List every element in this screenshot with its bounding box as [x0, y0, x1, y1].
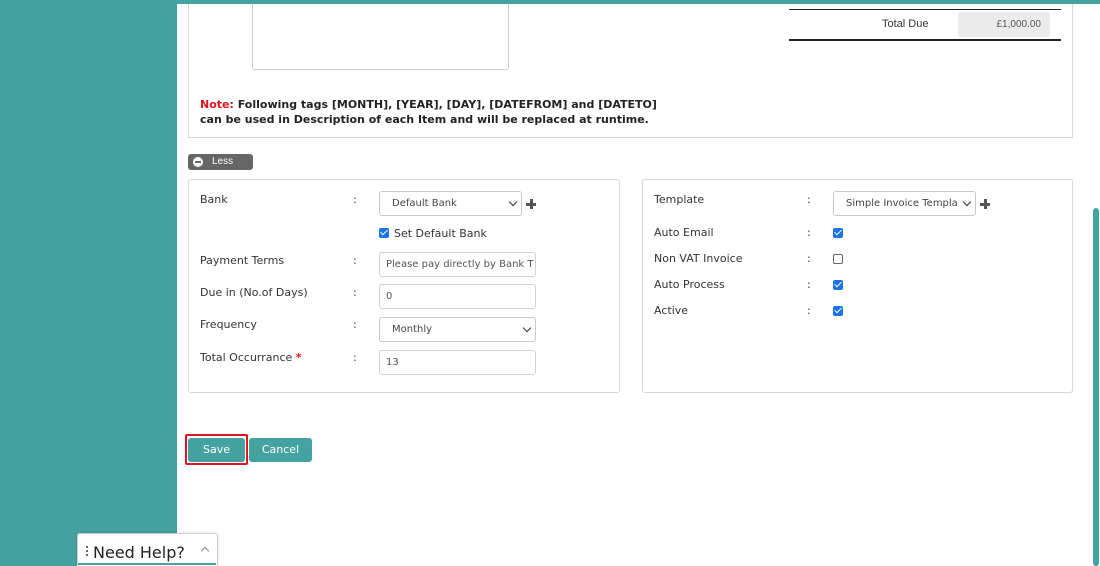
chevron-down-icon: [508, 197, 518, 207]
template-select[interactable]: Simple Invoice Templa: [833, 191, 976, 216]
colon: :: [353, 286, 357, 299]
help-underline: [78, 563, 216, 565]
due-days-label: Due in (No.of Days): [200, 286, 308, 299]
total-due-label: Total Due: [882, 18, 929, 30]
bank-select-value: Default Bank: [392, 198, 457, 209]
scrollbar-thumb[interactable]: [1093, 208, 1099, 566]
frequency-select-value: Monthly: [392, 324, 433, 335]
save-button[interactable]: Save: [188, 438, 245, 462]
payment-terms-input[interactable]: Please pay directly by Bank T: [379, 252, 536, 277]
drag-handle-icon[interactable]: [86, 546, 89, 560]
colon: :: [353, 193, 357, 206]
template-label: Template: [654, 193, 705, 206]
minus-circle-icon: [193, 157, 203, 167]
required-marker: *: [295, 351, 302, 364]
add-template-plus-icon[interactable]: [980, 199, 990, 209]
less-toggle-label: Less: [212, 156, 234, 167]
auto-email-checkbox[interactable]: [833, 228, 843, 238]
tags-note: Note: Following tags [MONTH], [YEAR], [D…: [200, 97, 670, 127]
set-default-bank-label: Set Default Bank: [394, 227, 487, 240]
total-occurrance-input[interactable]: 13: [379, 350, 536, 375]
colon: :: [807, 252, 811, 265]
frequency-label: Frequency: [200, 318, 257, 331]
payment-terms-label: Payment Terms: [200, 254, 285, 267]
bank-select[interactable]: Default Bank: [379, 191, 522, 216]
frequency-select[interactable]: Monthly: [379, 317, 536, 342]
non-vat-invoice-label: Non VAT Invoice: [654, 252, 743, 265]
colon: :: [353, 351, 357, 364]
chevron-down-icon: [522, 323, 532, 333]
auto-email-label: Auto Email: [654, 226, 714, 239]
active-checkbox[interactable]: [833, 306, 843, 316]
add-bank-plus-icon[interactable]: [526, 199, 536, 209]
need-help-label[interactable]: Need Help?: [93, 543, 185, 562]
set-default-bank-checkbox[interactable]: [379, 228, 389, 238]
total-occurrance-label: Total Occurrance *: [200, 351, 302, 364]
chevron-down-icon: [962, 197, 972, 207]
total-due-value: £1,000.00: [958, 12, 1050, 37]
note-text: Following tags [MONTH], [YEAR], [DAY], […: [200, 98, 657, 126]
template-select-value: Simple Invoice Templa: [846, 198, 958, 209]
bank-label: Bank: [200, 193, 228, 206]
auto-process-label: Auto Process: [654, 278, 725, 291]
auto-process-checkbox[interactable]: [833, 280, 843, 290]
colon: :: [807, 226, 811, 239]
colon: :: [807, 278, 811, 291]
colon: :: [353, 254, 357, 267]
colon: :: [353, 318, 357, 331]
colon: :: [807, 193, 811, 206]
non-vat-invoice-checkbox[interactable]: [833, 254, 843, 264]
cancel-button[interactable]: Cancel: [249, 438, 312, 462]
less-toggle-button[interactable]: Less: [188, 154, 253, 170]
active-label: Active: [654, 304, 689, 317]
total-occurrance-text: Total Occurrance: [200, 351, 293, 364]
note-label: Note:: [200, 98, 234, 111]
colon: :: [807, 304, 811, 317]
left-sidebar: [0, 0, 177, 566]
due-days-input[interactable]: 0: [379, 284, 536, 309]
description-textarea[interactable]: [252, 4, 509, 70]
